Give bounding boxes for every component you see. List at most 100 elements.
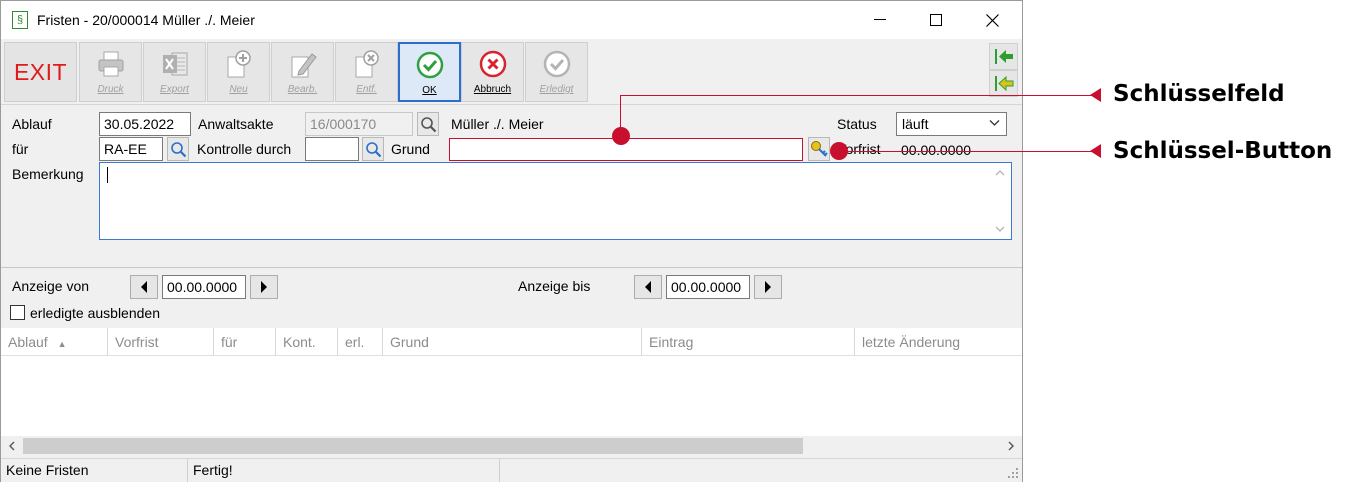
status-record-count: Keine Fristen xyxy=(1,459,188,482)
search-icon xyxy=(365,141,381,157)
exit-label: EXIT xyxy=(13,58,68,85)
triangle-left-icon xyxy=(645,281,651,293)
cancel-circle-icon xyxy=(479,50,506,78)
horizontal-scrollbar[interactable] xyxy=(1,436,1022,456)
parteien-text: Müller ./. Meier xyxy=(451,116,544,132)
app-paragraph-icon: § xyxy=(12,11,28,29)
close-icon xyxy=(985,13,999,27)
done-button[interactable]: Erledigt xyxy=(525,42,588,102)
new-label: Neu xyxy=(229,84,248,95)
search-icon xyxy=(170,141,186,157)
close-button[interactable] xyxy=(969,1,1015,39)
cancel-button[interactable]: Abbruch xyxy=(461,42,524,102)
grund-key-button[interactable] xyxy=(808,137,830,161)
scrollbar-thumb[interactable] xyxy=(23,438,803,454)
anzeige-von-label: Anzeige von xyxy=(12,278,90,294)
scroll-left-icon[interactable] xyxy=(8,441,15,451)
triangle-right-icon xyxy=(765,281,771,293)
printer-icon xyxy=(98,51,123,77)
column-header-vorfrist[interactable]: Vorfrist xyxy=(108,328,214,356)
ok-button[interactable]: OK xyxy=(398,42,461,102)
fuer-search-button[interactable] xyxy=(167,137,189,161)
arrow-left-previous-icon xyxy=(995,75,1014,92)
search-icon xyxy=(420,116,436,132)
print-button[interactable]: Druck xyxy=(79,42,142,102)
edit-button[interactable]: Bearb. xyxy=(271,42,334,102)
callout-schluessel-button-dot xyxy=(830,142,848,160)
anzeige-von-prev-button[interactable] xyxy=(130,275,158,299)
callout-schluessel-button-label: Schlüssel-Button xyxy=(1113,138,1333,164)
print-label: Druck xyxy=(97,84,124,95)
resize-grip-icon[interactable] xyxy=(1007,467,1019,479)
grund-label: Grund xyxy=(391,141,430,157)
new-button[interactable]: Neu xyxy=(207,42,270,102)
column-header-fuer[interactable]: für xyxy=(214,328,276,356)
key-icon xyxy=(811,141,828,157)
status-message: Fertig! xyxy=(188,459,500,482)
add-icon xyxy=(227,50,251,78)
kontrolle-field[interactable] xyxy=(305,137,359,161)
bemerkung-label: Bemerkung xyxy=(12,166,84,182)
ok-label: OK xyxy=(422,85,437,96)
text-caret xyxy=(107,167,108,183)
anzeige-von-next-button[interactable] xyxy=(250,275,278,299)
anzeige-bis-field[interactable]: 00.00.0000 xyxy=(666,275,750,299)
column-header-grund[interactable]: Grund xyxy=(383,328,642,356)
status-value: läuft xyxy=(902,116,929,132)
vorfrist-field[interactable]: 00.00.0000 xyxy=(896,138,1007,161)
fristen-window: § Fristen - 20/000014 Müller ./. Meier E… xyxy=(0,0,1023,482)
sort-ascending-icon: ▲ xyxy=(57,339,67,349)
ablauf-date-field[interactable]: 30.05.2022 xyxy=(99,112,191,136)
anzeige-bis-prev-button[interactable] xyxy=(634,275,662,299)
delete-icon xyxy=(355,50,379,78)
kontrolle-label: Kontrolle durch xyxy=(197,141,292,157)
anzeige-bis-next-button[interactable] xyxy=(754,275,782,299)
minimize-icon xyxy=(874,19,886,20)
anzeige-bis-label: Anzeige bis xyxy=(518,278,591,294)
callout-schluessel-button-arrow xyxy=(1090,144,1101,158)
scroll-down-icon[interactable] xyxy=(995,226,1005,233)
arrow-left-first-icon xyxy=(995,49,1013,64)
excel-icon xyxy=(162,52,187,76)
exit-button[interactable]: EXIT xyxy=(4,42,77,102)
first-record-button[interactable] xyxy=(989,43,1018,70)
triangle-left-icon xyxy=(141,281,147,293)
done-label: Erledigt xyxy=(539,84,574,95)
kontrolle-search-button[interactable] xyxy=(362,137,384,161)
callout-schluesselfeld-dot xyxy=(612,127,630,145)
column-header-ablauf[interactable]: Ablauf ▲ xyxy=(1,328,108,356)
column-header-kont[interactable]: Kont. xyxy=(276,328,338,356)
check-circle-icon xyxy=(416,51,443,79)
bemerkung-textarea[interactable] xyxy=(99,162,1012,240)
status-bar: Keine Fristen Fertig! xyxy=(1,458,1022,482)
window-title: Fristen - 20/000014 Müller ./. Meier xyxy=(37,12,255,28)
erledigte-ausblenden-label: erledigte ausblenden xyxy=(30,305,160,321)
export-button[interactable]: Export xyxy=(143,42,206,102)
scroll-up-icon[interactable] xyxy=(995,169,1005,176)
anzeige-von-field[interactable]: 00.00.0000 xyxy=(162,275,246,299)
fuer-field[interactable]: RA-EE xyxy=(99,137,163,161)
ablauf-label: Ablauf xyxy=(12,116,52,132)
delete-label: Entf. xyxy=(356,84,377,95)
edit-label: Bearb. xyxy=(287,84,318,95)
minimize-button[interactable] xyxy=(857,1,903,39)
column-header-eintrag[interactable]: Eintrag xyxy=(642,328,855,356)
delete-button[interactable]: Entf. xyxy=(335,42,398,102)
anwaltsakte-search-button[interactable] xyxy=(417,112,439,136)
erledigte-ausblenden-checkbox[interactable] xyxy=(10,305,25,320)
callout-schluesselfeld-label: Schlüsselfeld xyxy=(1113,81,1285,107)
chevron-down-icon xyxy=(989,120,1000,126)
fuer-label: für xyxy=(12,141,29,157)
scroll-right-icon[interactable] xyxy=(1008,441,1015,451)
callout-schluesselfeld-arrow xyxy=(1090,88,1101,102)
status-select[interactable]: läuft xyxy=(896,112,1007,136)
table-header: Ablauf ▲ Vorfrist für Kont. erl. Grund E… xyxy=(1,328,1022,356)
previous-record-button[interactable] xyxy=(989,70,1018,97)
callout-schluessel-button-line xyxy=(838,151,1100,152)
maximize-icon xyxy=(930,14,942,26)
column-header-erl[interactable]: erl. xyxy=(338,328,383,356)
column-header-letzte-aenderung[interactable]: letzte Änderung xyxy=(855,328,1022,356)
status-label: Status xyxy=(837,116,877,132)
maximize-button[interactable] xyxy=(913,1,959,39)
triangle-right-icon xyxy=(261,281,267,293)
